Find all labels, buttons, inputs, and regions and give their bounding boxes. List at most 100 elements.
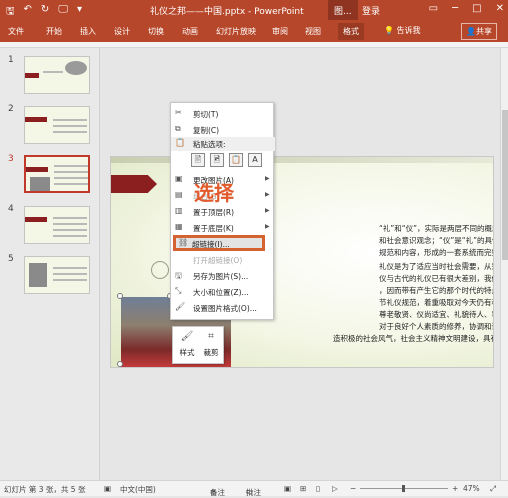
annotation-label: 选择 xyxy=(194,181,234,205)
reading-view-icon[interactable]: ▯ xyxy=(316,484,320,493)
spellcheck-icon[interactable]: ▣ xyxy=(104,484,111,493)
tab-design[interactable]: 设计 xyxy=(114,26,130,37)
slideshow-icon[interactable]: ▷ xyxy=(332,484,338,493)
tell-me-search[interactable]: 💡 告诉我 xyxy=(384,25,421,36)
menu-item-label: 粘贴选项: xyxy=(193,140,226,149)
resize-handle[interactable] xyxy=(117,293,123,299)
context-menu: ✂ 剪切(T) ⧉ 复制(C) 📋 粘贴选项: 🖹 🖻 📋 A ▣ 更改图片(A… xyxy=(170,102,275,320)
thumb-line xyxy=(53,235,87,237)
hyperlink-icon: ⛓ xyxy=(178,238,189,247)
tab-animations[interactable]: 动画 xyxy=(182,26,198,37)
send-back-icon: ▦ xyxy=(175,222,183,231)
thumb-line xyxy=(53,267,87,269)
slide-text-line: 尊老敬贤、仪尚适宜、礼貌待人、容仪有整等，加 xyxy=(379,310,493,319)
thumb-line xyxy=(53,131,87,133)
slide-thumbnail-2[interactable] xyxy=(24,106,90,144)
paste-keep-source-icon[interactable]: 🖹 xyxy=(191,153,205,167)
thumb-line xyxy=(53,229,87,231)
group-icon: ▤ xyxy=(175,190,183,199)
thumb-line xyxy=(53,119,87,121)
language-indicator[interactable]: 中文(中国) xyxy=(120,484,156,495)
thumb-number: 1 xyxy=(8,55,14,65)
style-button[interactable]: 🖌 样式 xyxy=(176,331,198,358)
thumb-line xyxy=(54,183,88,185)
paste-icon: 📋 xyxy=(175,138,185,147)
customize-toolbar-icon[interactable]: ▾ xyxy=(77,4,82,21)
paste-text-only-icon[interactable]: A xyxy=(248,153,262,167)
menu-item-hyperlink[interactable]: ⛓ 超链接(I)... xyxy=(173,235,265,251)
slide-thumbnail-1[interactable] xyxy=(24,56,90,94)
slide-thumbnail-5[interactable] xyxy=(24,256,90,294)
normal-view-icon[interactable]: ▣ xyxy=(284,484,291,493)
close-icon[interactable]: ✕ xyxy=(496,3,504,14)
copy-icon: ⧉ xyxy=(175,124,181,133)
slide-thumbnail-4[interactable] xyxy=(24,206,90,244)
mini-toolbar: 🖌 样式 ⌗ 裁剪 xyxy=(172,326,224,364)
paste-destination-icon[interactable]: 📋 xyxy=(229,153,243,167)
menu-item-label: 剪切(T) xyxy=(193,110,219,119)
thumb-band xyxy=(26,167,48,172)
zoom-level[interactable]: 47% xyxy=(463,484,480,493)
bring-front-icon: ▥ xyxy=(175,206,183,215)
status-bar: 幻灯片 第 3 张，共 5 张 ▣ 中文(中国) ≡ 备注 ▭ 批注 ▣ ⊞ ▯… xyxy=(0,480,508,497)
menu-item-cut[interactable]: ✂ 剪切(T) xyxy=(171,107,275,121)
menu-item-label: 置于底层(K) xyxy=(193,224,234,233)
menu-item-bring-to-front[interactable]: ▥ 置于顶层(R) ▶ xyxy=(171,205,275,219)
tab-slideshow[interactable]: 幻灯片放映 xyxy=(216,26,256,37)
slide-sorter-icon[interactable]: ⊞ xyxy=(300,484,306,493)
crop-button[interactable]: ⌗ 裁剪 xyxy=(200,331,222,358)
share-button[interactable]: 👤共享 xyxy=(461,23,497,40)
thumb-image xyxy=(30,177,50,191)
undo-icon[interactable]: ↶ xyxy=(24,4,32,21)
slide-counter: 幻灯片 第 3 张，共 5 张 xyxy=(4,485,86,494)
start-presentation-icon[interactable]: 🖵 xyxy=(58,4,68,21)
brush-icon: 🖌 xyxy=(180,331,194,342)
tab-transitions[interactable]: 切换 xyxy=(148,26,164,37)
resize-handle[interactable] xyxy=(117,361,123,367)
slide-top-band xyxy=(111,157,493,163)
zoom-slider-thumb[interactable] xyxy=(402,485,405,492)
thumb-line xyxy=(54,177,88,179)
scrollbar-thumb[interactable] xyxy=(502,110,508,260)
menu-item-format-picture[interactable]: 🖌 设置图片格式(O)... xyxy=(171,301,275,315)
ribbon-tabs: 文件 开始 插入 设计 切换 动画 幻灯片放映 审阅 视图 格式 💡 告诉我 👤… xyxy=(0,20,508,42)
tab-format[interactable]: 格式 xyxy=(338,23,364,40)
slide-text-line: 礼仪是为了适应当时社会需要，从宗族制度、等 xyxy=(379,262,493,271)
tab-file[interactable]: 文件 xyxy=(8,26,24,37)
thumb-number: 3 xyxy=(8,154,14,164)
tab-home[interactable]: 开始 xyxy=(46,26,62,37)
menu-item-send-to-back[interactable]: ▦ 置于底层(K) ▶ xyxy=(171,221,275,235)
redo-icon[interactable]: ↻ xyxy=(41,4,49,21)
contextual-tab-picture-tools[interactable]: 图... xyxy=(328,0,358,20)
slide-thumbnails-pane[interactable]: 1 2 3 4 5 xyxy=(0,48,100,480)
chevron-right-icon: ▶ xyxy=(265,191,270,198)
zoom-in-button[interactable]: + xyxy=(452,484,458,493)
login-button[interactable]: 登录 xyxy=(362,4,380,17)
current-slide[interactable]: “礼”和“仪”，实际是两层不同的概念。“礼” 和社会意识观念；“仪”是“礼”的具… xyxy=(110,156,494,368)
tab-insert[interactable]: 插入 xyxy=(80,26,96,37)
slide-text-line: “礼”和“仪”，实际是两层不同的概念。“礼” xyxy=(379,224,493,233)
person-icon: 👤 xyxy=(466,27,476,36)
menu-item-label: 复制(C) xyxy=(193,126,220,135)
fit-to-window-icon[interactable]: ⤢ xyxy=(490,484,496,494)
slide-text-line: 和社会意识观念；“仪”是“礼”的具体表现形式， xyxy=(379,236,493,245)
thumb-band xyxy=(25,73,39,78)
maximize-icon[interactable]: □ xyxy=(472,3,481,14)
thumb-band xyxy=(25,217,47,222)
minimize-icon[interactable]: ─ xyxy=(452,3,458,14)
save-icon[interactable]: 🖫 xyxy=(6,4,15,21)
slide-thumbnail-3[interactable] xyxy=(24,155,90,193)
tab-view[interactable]: 视图 xyxy=(305,26,321,37)
vertical-scrollbar[interactable] xyxy=(500,48,508,480)
zoom-out-button[interactable]: − xyxy=(350,484,356,493)
tab-review[interactable]: 审阅 xyxy=(272,26,288,37)
thumb-number: 5 xyxy=(8,254,14,264)
menu-item-save-as-picture[interactable]: 🖫 另存为图片(S)... xyxy=(171,269,275,283)
scissors-icon: ✂ xyxy=(175,108,182,117)
menu-item-copy[interactable]: ⧉ 复制(C) xyxy=(171,123,275,137)
comments-label: 批注 xyxy=(246,488,261,497)
thumb-line xyxy=(53,217,87,219)
menu-item-size-position[interactable]: ⤡ 大小和位置(Z)... xyxy=(171,285,275,299)
paste-picture-icon[interactable]: 🖻 xyxy=(210,153,224,167)
ribbon-display-icon[interactable]: ▭ xyxy=(429,3,438,14)
